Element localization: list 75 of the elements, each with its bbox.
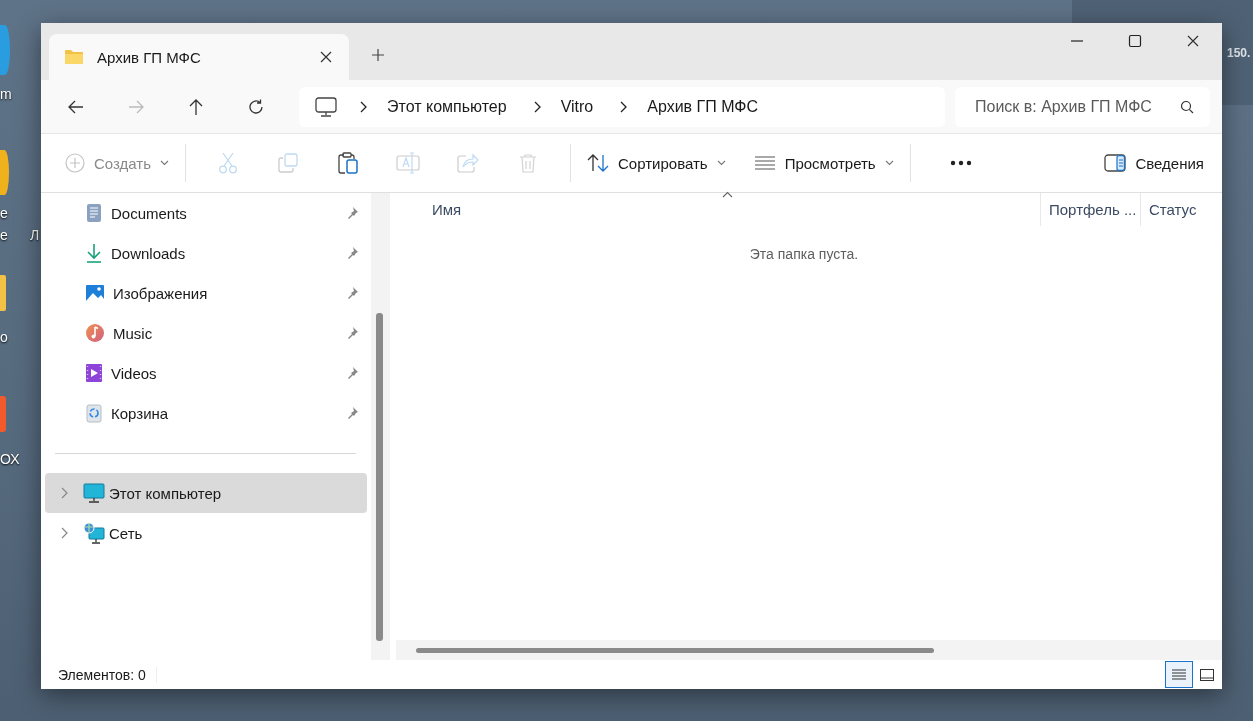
sidebar-item[interactable]: Videos (45, 353, 367, 393)
rename-icon (396, 152, 420, 174)
share-icon (457, 153, 479, 173)
breadcrumb[interactable]: Этот компьютер (383, 95, 511, 118)
sort-caret-icon (722, 191, 733, 198)
scissors-icon (218, 152, 238, 174)
desktop-icon[interactable] (0, 396, 6, 432)
desktop-icon[interactable] (0, 150, 9, 195)
dropdown-caret-icon (884, 160, 894, 166)
list-view-icon (1171, 667, 1187, 682)
dropdown-caret-icon (716, 160, 726, 166)
refresh-icon (247, 97, 265, 116)
tab[interactable]: Архив ГП МФС (49, 34, 349, 80)
film-icon (85, 363, 103, 383)
desktop-icon[interactable] (0, 25, 10, 75)
column-header[interactable]: Имя (396, 193, 1040, 226)
monitor-icon (315, 96, 337, 117)
details-view-button[interactable] (1165, 661, 1193, 688)
item-count: Элементов: 0 (58, 666, 157, 683)
desktop-icon-label[interactable]: m (0, 86, 12, 102)
empty-folder-message: Эта папка пуста. (748, 246, 860, 262)
panel-icon (1104, 154, 1127, 172)
tree-item[interactable]: Сеть (45, 513, 367, 553)
dropdown-caret-icon (160, 160, 169, 166)
breadcrumb[interactable]: Архив ГП МФС (643, 95, 762, 118)
document-icon (85, 203, 103, 223)
monitor-icon (83, 483, 105, 503)
tile-view-icon (1199, 667, 1215, 682)
view-button[interactable]: Просмотреть (749, 148, 898, 178)
folder-icon (64, 49, 84, 65)
tree-item[interactable]: Этот компьютер (45, 473, 367, 513)
desktop-icon-label[interactable]: о (0, 329, 8, 345)
music-note-icon (85, 323, 105, 343)
search-field[interactable]: Поиск в: Архив ГП МФС (955, 86, 1210, 127)
sidebar-item[interactable]: Music (45, 313, 367, 353)
desktop-icon[interactable] (0, 275, 6, 311)
copy-icon (278, 153, 298, 173)
panel-value: 150. (1227, 46, 1251, 60)
desktop-icon-label[interactable]: е (0, 205, 8, 221)
close-icon (1186, 34, 1200, 48)
expand-chevron-icon (60, 527, 68, 539)
column-header[interactable]: Статус (1140, 193, 1222, 226)
maximize-icon (1128, 34, 1142, 48)
sidebar-item[interactable]: Documents (45, 193, 367, 233)
desktop-icon-label[interactable]: е (0, 227, 8, 243)
network-icon (83, 522, 105, 544)
sort-button[interactable]: Сортировать (583, 147, 730, 179)
sidebar-item[interactable]: Корзина (45, 393, 367, 433)
more-icon (949, 160, 972, 166)
plus-icon (371, 48, 385, 62)
details-button[interactable]: Сведения (1100, 148, 1208, 178)
breadcrumb[interactable]: Vitro (556, 95, 598, 118)
scrollbar-thumb[interactable] (376, 313, 383, 641)
sort-arrows-icon (587, 153, 609, 173)
scrollbar-thumb[interactable] (416, 648, 934, 653)
expand-chevron-icon (60, 487, 68, 499)
chevron-icon (359, 100, 367, 113)
search-icon (1180, 99, 1194, 114)
recycle-bin-icon (85, 403, 103, 423)
trash-icon (519, 153, 537, 173)
up-arrow-icon (187, 97, 205, 116)
plus-circle-icon (65, 153, 85, 173)
desktop-icon-label[interactable]: Л (30, 227, 40, 243)
sidebar-item[interactable]: Изображения (45, 273, 367, 313)
sidebar-item[interactable]: Downloads (45, 233, 367, 273)
close-tab-icon (319, 50, 333, 64)
picture-icon (85, 284, 105, 302)
chevron-icon (532, 100, 541, 113)
address-bar[interactable]: Этот компьютер Vitro Архив ГП МФС (299, 86, 945, 127)
column-header[interactable]: Портфель ... (1040, 193, 1140, 226)
chevron-icon (619, 100, 628, 113)
desktop-icon-label[interactable]: ОХ (0, 451, 20, 467)
download-icon (85, 243, 103, 263)
clipboard-icon (338, 152, 358, 174)
lines-icon (753, 155, 776, 171)
